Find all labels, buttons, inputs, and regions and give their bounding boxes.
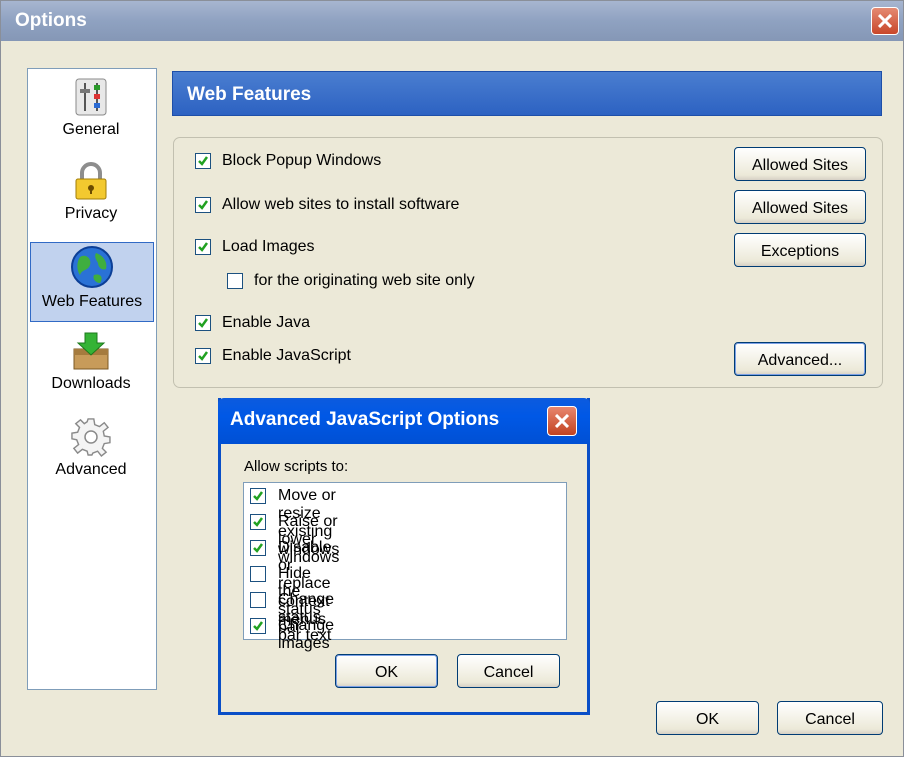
sidebar-item-advanced[interactable]: Advanced — [30, 417, 152, 495]
button-label: Cancel — [805, 711, 855, 728]
allowed-sites-install-button[interactable]: Allowed Sites — [734, 190, 866, 224]
checkmark-icon — [198, 318, 209, 328]
enable-javascript-checkbox[interactable] — [195, 348, 211, 364]
sidebar-item-privacy[interactable]: Privacy — [30, 161, 152, 241]
dialog-close-button[interactable] — [547, 406, 577, 436]
enable-java-label: Enable Java — [222, 314, 311, 331]
sidebar-item-label: Downloads — [51, 375, 131, 392]
button-label: OK — [374, 664, 399, 681]
enable-javascript-label: Enable JavaScript — [222, 347, 351, 364]
button-label: Cancel — [483, 664, 534, 681]
title-bar[interactable]: Options — [1, 1, 903, 41]
status-bar-text-checkbox[interactable] — [250, 592, 266, 608]
cancel-button[interactable]: Cancel — [777, 701, 883, 735]
close-button[interactable] — [871, 7, 899, 35]
move-resize-checkbox[interactable] — [250, 488, 266, 504]
allow-install-checkbox[interactable] — [195, 197, 211, 213]
checkmark-icon — [253, 517, 264, 527]
script-permissions-list: Move or resize existing windows Raise or… — [243, 482, 567, 652]
load-images-label: Load Images — [222, 238, 315, 255]
button-label: Allowed Sites — [751, 200, 849, 217]
raise-lower-checkbox[interactable] — [250, 514, 266, 530]
allow-install-label: Allow web sites to install software — [222, 196, 460, 213]
panel-title: Web Features — [187, 84, 312, 105]
advanced-javascript-button[interactable]: Advanced... — [734, 342, 866, 376]
sliders-icon — [75, 78, 107, 116]
globe-icon — [71, 246, 113, 288]
close-icon — [878, 14, 892, 28]
load-images-checkbox[interactable] — [195, 239, 211, 255]
sidebar-item-general[interactable]: General — [30, 77, 152, 157]
checkmark-icon — [198, 156, 209, 166]
allowed-sites-popups-button[interactable]: Allowed Sites — [734, 147, 866, 181]
advanced-javascript-dialog: Advanced JavaScript Options Allow script… — [218, 398, 590, 715]
category-sidebar: General Privacy Web Features Downloads A… — [27, 68, 157, 690]
button-label: Allowed Sites — [751, 157, 849, 174]
enable-java-checkbox[interactable] — [195, 315, 211, 331]
sidebar-item-downloads[interactable]: Downloads — [30, 331, 152, 409]
panel-header: Web Features — [172, 71, 882, 116]
dialog-title-bar[interactable]: Advanced JavaScript Options — [218, 398, 590, 444]
checkmark-icon — [253, 491, 264, 501]
originating-site-checkbox[interactable] — [227, 273, 243, 289]
sidebar-item-label: General — [62, 121, 120, 138]
block-popups-checkbox[interactable] — [195, 153, 211, 169]
checkmark-icon — [198, 200, 209, 210]
close-icon — [555, 414, 569, 428]
originating-site-label: for the originating web site only — [254, 272, 475, 289]
sidebar-item-label: Advanced — [55, 461, 127, 478]
allow-scripts-label: Allow scripts to: — [244, 458, 349, 475]
change-images-checkbox[interactable] — [250, 618, 266, 634]
button-label: Exceptions — [760, 243, 840, 260]
context-menus-checkbox[interactable] — [250, 540, 266, 556]
download-box-icon — [73, 332, 109, 370]
ok-button[interactable]: OK — [656, 701, 759, 735]
checkmark-icon — [253, 543, 264, 553]
web-features-group: Block Popup Windows Allowed Sites Allow … — [173, 137, 883, 388]
button-label: OK — [695, 711, 720, 728]
sidebar-item-label: Privacy — [64, 205, 118, 222]
block-popups-label: Block Popup Windows — [222, 152, 382, 169]
list-item-label: Change images — [278, 617, 335, 652]
sidebar-item-web-features[interactable]: Web Features — [30, 242, 154, 322]
gear-icon — [71, 418, 111, 457]
padlock-icon — [75, 162, 107, 200]
button-label: Advanced... — [757, 352, 843, 369]
hide-status-bar-checkbox[interactable] — [250, 566, 266, 582]
checkmark-icon — [253, 621, 264, 631]
dialog-ok-button[interactable]: OK — [335, 654, 438, 688]
dialog-title: Advanced JavaScript Options — [230, 409, 500, 430]
window-title: Options — [15, 10, 87, 31]
dialog-cancel-button[interactable]: Cancel — [457, 654, 560, 688]
exceptions-button[interactable]: Exceptions — [734, 233, 866, 267]
sidebar-item-label: Web Features — [41, 293, 143, 310]
checkmark-icon — [198, 351, 209, 361]
checkmark-icon — [198, 242, 209, 252]
